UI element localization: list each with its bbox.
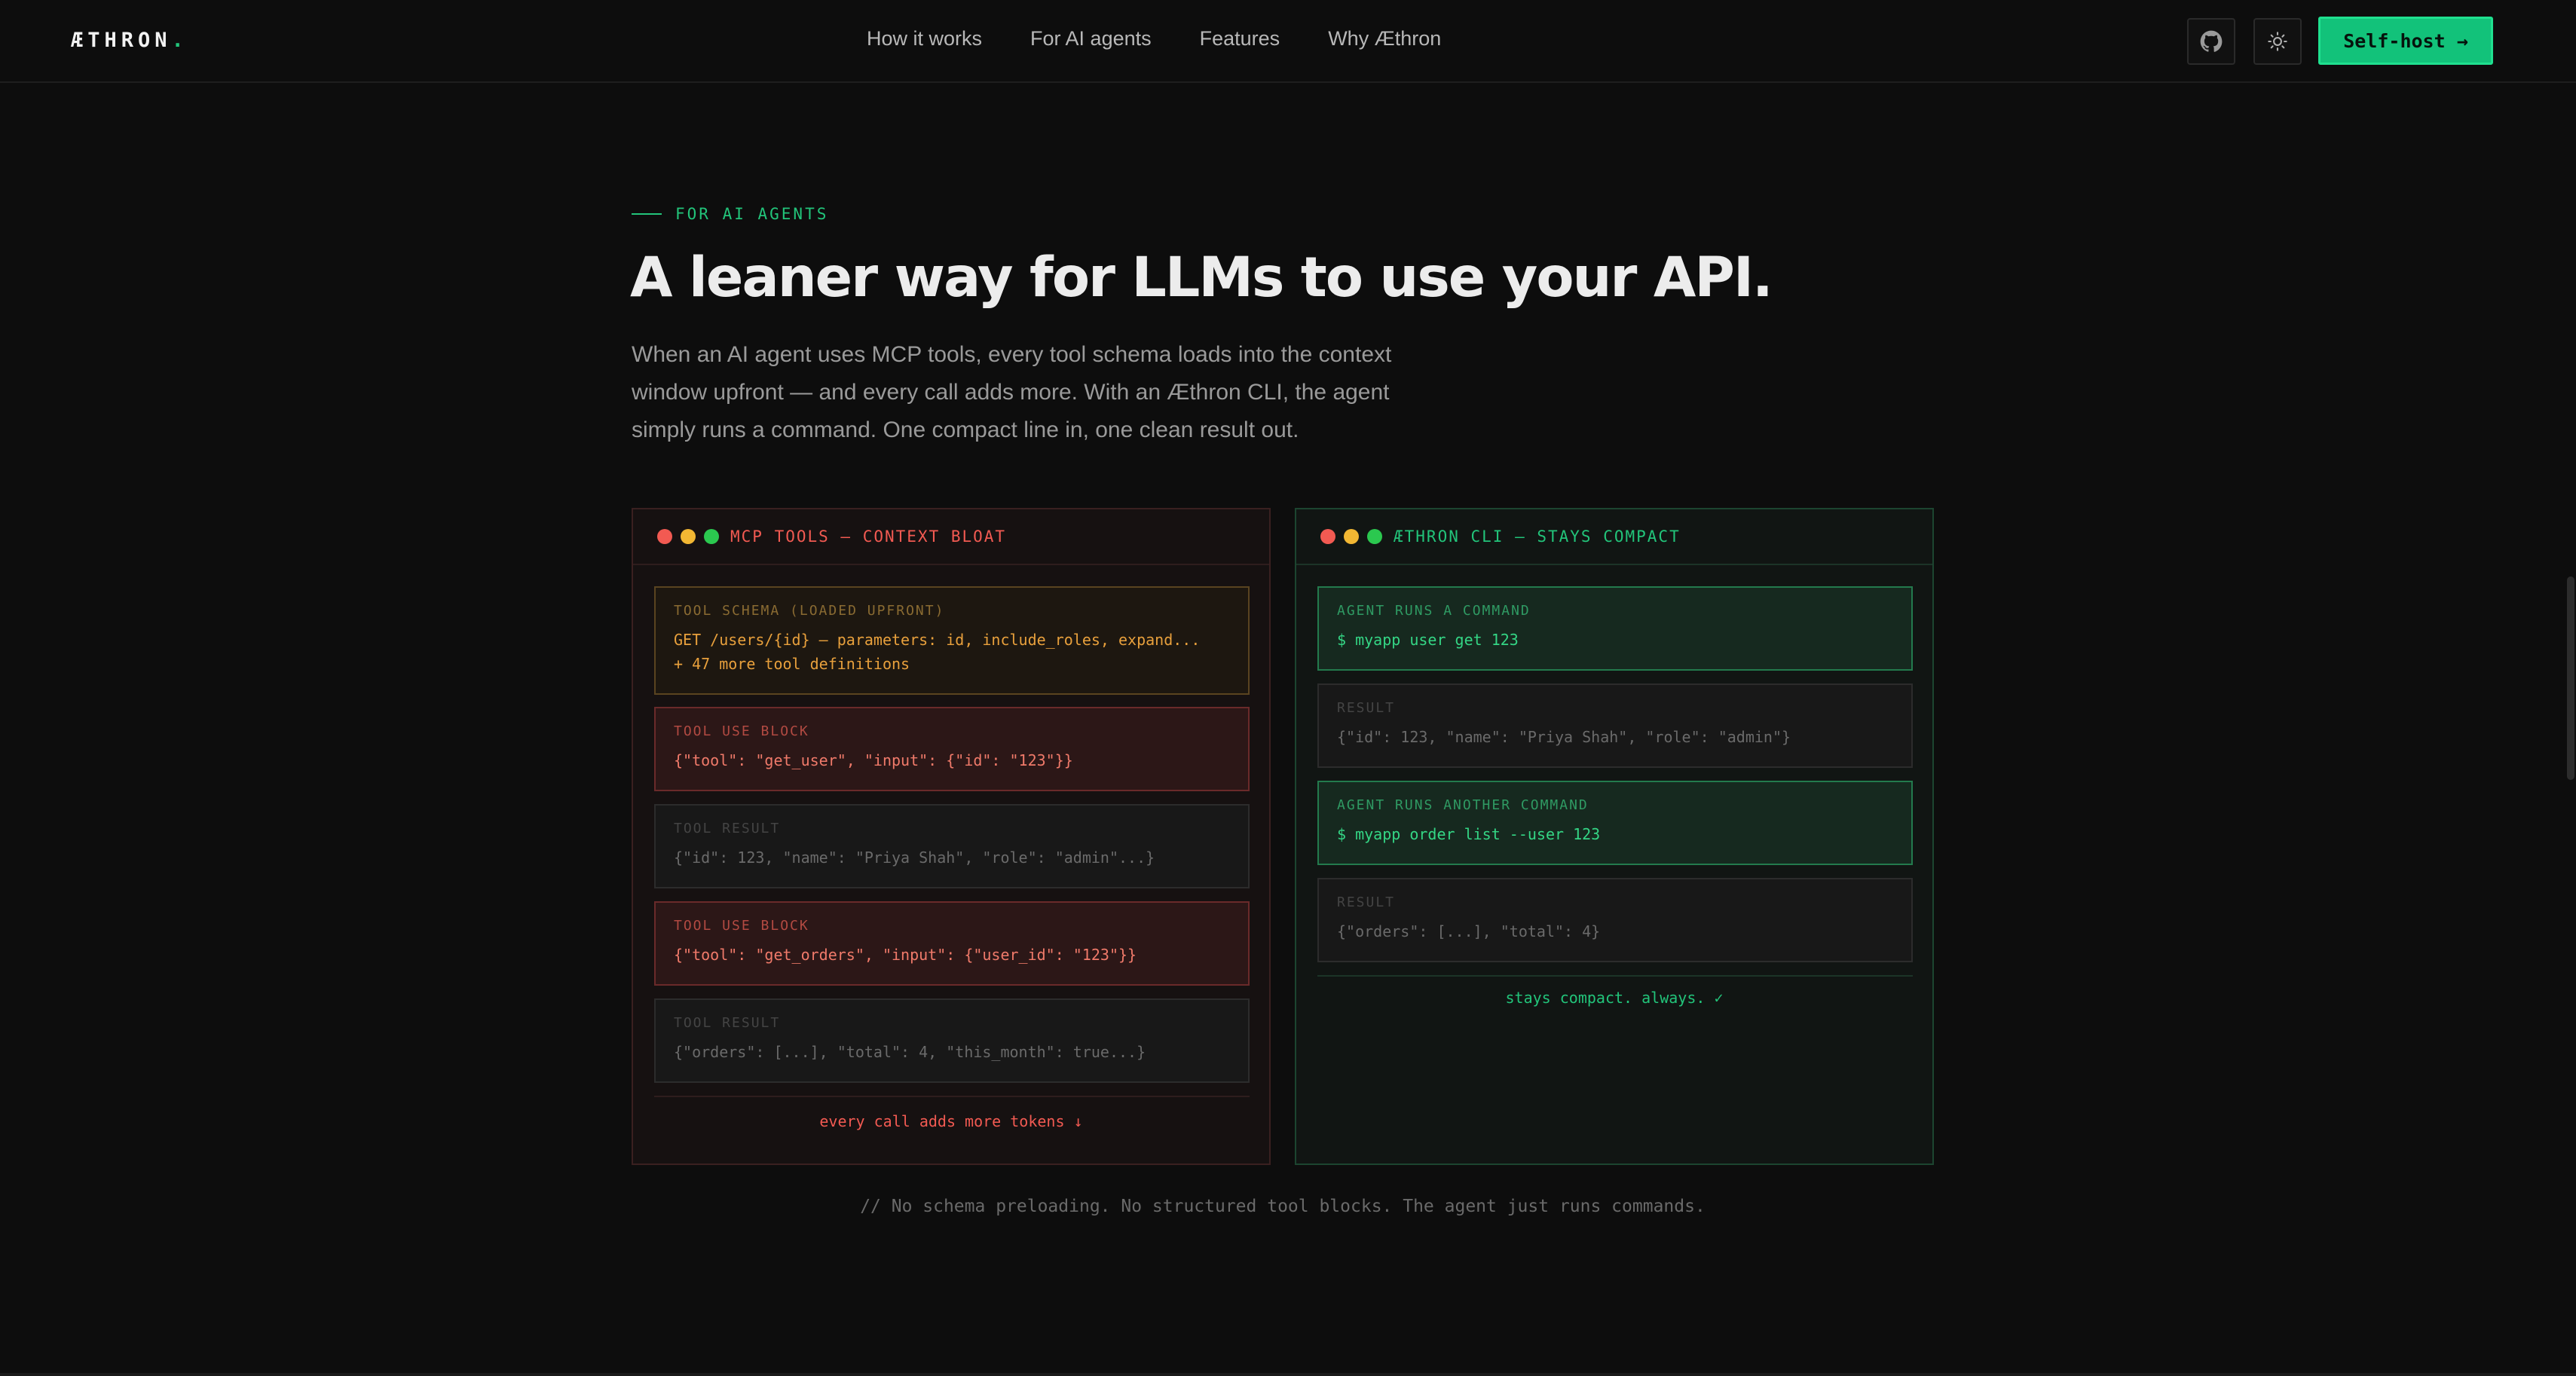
- tool-schema-block: TOOL SCHEMA (LOADED UPFRONT) GET /users/…: [654, 586, 1250, 695]
- block-code: {"orders": [...], "total": 4, "this_mont…: [674, 1043, 1146, 1061]
- block-label: TOOL USE BLOCK: [674, 723, 809, 739]
- block-label: RESULT: [1337, 700, 1396, 716]
- block-label: TOOL USE BLOCK: [674, 918, 809, 934]
- panel-header: ÆTHRON CLI — STAYS COMPACT: [1296, 509, 1932, 565]
- block-code: $ myapp order list --user 123: [1337, 825, 1601, 843]
- block-code: $ myapp user get 123: [1337, 631, 1519, 649]
- panel-divider: [1317, 975, 1913, 977]
- command-block: AGENT RUNS ANOTHER COMMAND $ myapp order…: [1317, 781, 1913, 865]
- page-bottom-border: [0, 1373, 2576, 1376]
- top-nav: ÆTHRON. How it works For AI agents Featu…: [0, 0, 2576, 83]
- block-code: {"tool": "get_orders", "input": {"user_i…: [674, 946, 1137, 964]
- nav-link-how-it-works[interactable]: How it works: [867, 27, 982, 50]
- section-description: When an AI agent uses MCP tools, every t…: [632, 342, 1392, 442]
- block-code: {"orders": [...], "total": 4}: [1337, 922, 1601, 940]
- block-code: {"id": 123, "name": "Priya Shah", "role"…: [1337, 728, 1791, 746]
- panel-title: ÆTHRON CLI — STAYS COMPACT: [1394, 527, 1681, 546]
- eyebrow-rule: [632, 213, 662, 215]
- tool-use-block: TOOL USE BLOCK {"tool": "get_orders", "i…: [654, 901, 1250, 986]
- scrollbar-thumb[interactable]: [2567, 576, 2574, 780]
- window-maximize-dot: [1367, 529, 1382, 544]
- window-minimize-dot: [1344, 529, 1359, 544]
- block-label: AGENT RUNS A COMMAND: [1337, 603, 1531, 619]
- command-block: AGENT RUNS A COMMAND $ myapp user get 12…: [1317, 586, 1913, 671]
- scrollbar[interactable]: [2565, 83, 2576, 1376]
- section-eyebrow: FOR AI AGENTS: [632, 205, 828, 223]
- logo-text: ÆTHRON: [71, 29, 172, 52]
- mcp-tools-panel: MCP TOOLS — CONTEXT BLOAT TOOL SCHEMA (L…: [632, 508, 1271, 1165]
- theme-toggle-button[interactable]: [2253, 18, 2302, 65]
- block-label: TOOL SCHEMA (LOADED UPFRONT): [674, 603, 945, 619]
- panel-divider: [654, 1096, 1250, 1097]
- self-host-button[interactable]: Self-host →: [2318, 17, 2493, 65]
- window-minimize-dot: [681, 529, 696, 544]
- eyebrow-label: FOR AI AGENTS: [675, 205, 829, 223]
- block-label: TOOL RESULT: [674, 821, 781, 836]
- nav-link-for-ai-agents[interactable]: For AI agents: [1030, 27, 1152, 50]
- window-close-dot: [657, 529, 672, 544]
- result-block: RESULT {"orders": [...], "total": 4}: [1317, 878, 1913, 962]
- window-maximize-dot: [704, 529, 719, 544]
- result-block: RESULT {"id": 123, "name": "Priya Shah",…: [1317, 683, 1913, 768]
- nav-links: How it works For AI agents Features Why …: [867, 27, 1441, 50]
- panel-footnote: stays compact. always. ✓: [1505, 989, 1724, 1007]
- github-button[interactable]: [2187, 18, 2235, 65]
- sun-icon: [2268, 32, 2287, 51]
- panel-header: MCP TOOLS — CONTEXT BLOAT: [633, 509, 1269, 565]
- github-icon: [2200, 30, 2223, 52]
- block-code: {"tool": "get_user", "input": {"id": "12…: [674, 751, 1073, 769]
- block-label: RESULT: [1337, 894, 1396, 910]
- logo[interactable]: ÆTHRON.: [71, 29, 188, 52]
- nav-link-why-aethron[interactable]: Why Æthron: [1328, 27, 1441, 50]
- tool-use-block: TOOL USE BLOCK {"tool": "get_user", "inp…: [654, 707, 1250, 791]
- block-code: {"id": 123, "name": "Priya Shah", "role"…: [674, 849, 1155, 867]
- aethron-cli-panel: ÆTHRON CLI — STAYS COMPACT AGENT RUNS A …: [1295, 508, 1934, 1165]
- logo-dot: .: [171, 29, 188, 52]
- block-code: GET /users/{id} — parameters: id, includ…: [674, 631, 1201, 673]
- nav-link-features[interactable]: Features: [1200, 27, 1280, 50]
- tool-result-block: TOOL RESULT {"orders": [...], "total": 4…: [654, 998, 1250, 1083]
- panel-title: MCP TOOLS — CONTEXT BLOAT: [730, 527, 1007, 546]
- panel-footnote: every call adds more tokens ↓: [819, 1112, 1083, 1130]
- block-label: AGENT RUNS ANOTHER COMMAND: [1337, 797, 1589, 813]
- page-title: A leaner way for LLMs to use your API.: [630, 246, 1773, 310]
- window-close-dot: [1320, 529, 1335, 544]
- block-label: TOOL RESULT: [674, 1015, 781, 1031]
- bottom-comment: // No schema preloading. No structured t…: [860, 1197, 1706, 1216]
- tool-result-block: TOOL RESULT {"id": 123, "name": "Priya S…: [654, 804, 1250, 888]
